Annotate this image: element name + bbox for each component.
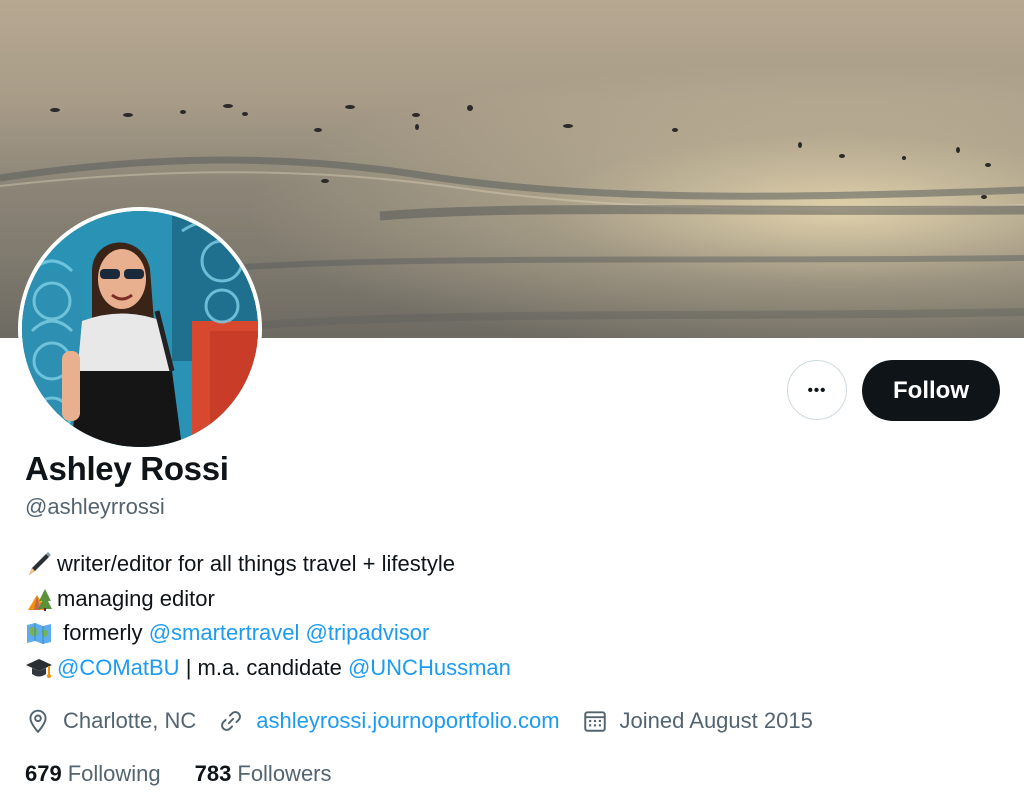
profile-avatar[interactable] <box>18 207 262 451</box>
website-link[interactable]: ashleyrossi.journoportfolio.com <box>256 708 559 734</box>
avatar-photo <box>22 211 258 447</box>
calendar-icon <box>583 711 606 732</box>
more-options-label: ••• <box>807 381 827 399</box>
camping-icon <box>28 588 52 611</box>
mention-tripadvisor-link[interactable]: @tripadvisor <box>306 616 430 651</box>
pen-icon <box>29 552 51 576</box>
bio-line-1: writer/editor for all things travel + li… <box>25 547 511 582</box>
display-name: Ashley Rossi <box>25 450 229 487</box>
website-item: ashleyrossi.journoportfolio.com <box>218 708 560 734</box>
bio-line-1-text: writer/editor for all things travel + li… <box>57 551 455 576</box>
bio-line-4: @COMatBU | m.a. candidate @UNCHussman <box>25 651 511 686</box>
link-icon <box>221 711 242 731</box>
profile-stats: 679 Following 783 Followers <box>25 758 366 790</box>
location-text: Charlotte, NC <box>63 708 197 733</box>
graduation-cap-icon <box>26 658 52 678</box>
joined-item: Joined August 2015 <box>582 708 813 734</box>
followers-label: Followers <box>237 761 332 786</box>
mention-comatbu-link[interactable]: @COMatBU <box>57 651 180 686</box>
location-item: Charlotte, NC <box>25 708 196 734</box>
bio-line-2-text: managing editor <box>57 585 215 611</box>
more-options-button[interactable]: ••• <box>787 360 847 420</box>
following-count: 679 <box>25 761 62 786</box>
following-label: Following <box>67 761 161 786</box>
bio-line-4-middle: | m.a. candidate <box>179 654 348 680</box>
location-pin-icon <box>29 709 47 734</box>
bio-line-3: formerly @smartertravel @tripadvisor <box>25 616 511 651</box>
followers-count: 783 <box>194 761 232 786</box>
bio-line-3-prefix: formerly <box>57 620 149 645</box>
map-icon <box>27 623 51 645</box>
follow-button[interactable]: Follow <box>862 360 1000 421</box>
joined-text: Joined August 2015 <box>619 708 813 733</box>
following-link[interactable]: 679 Following <box>25 761 161 787</box>
user-handle: @ashleyrrossi <box>25 494 165 519</box>
mention-smartertravel-link[interactable]: @smartertravel <box>149 616 300 651</box>
followers-link[interactable]: 783 Followers <box>195 761 332 787</box>
mention-unchussman-link[interactable]: @UNCHussman <box>348 651 511 686</box>
profile-bio: writer/editor for all things travel + li… <box>25 547 511 685</box>
bio-line-2: managing editor <box>25 582 511 617</box>
profile-meta: Charlotte, NC ashleyrossi.journoportfoli… <box>25 703 835 739</box>
